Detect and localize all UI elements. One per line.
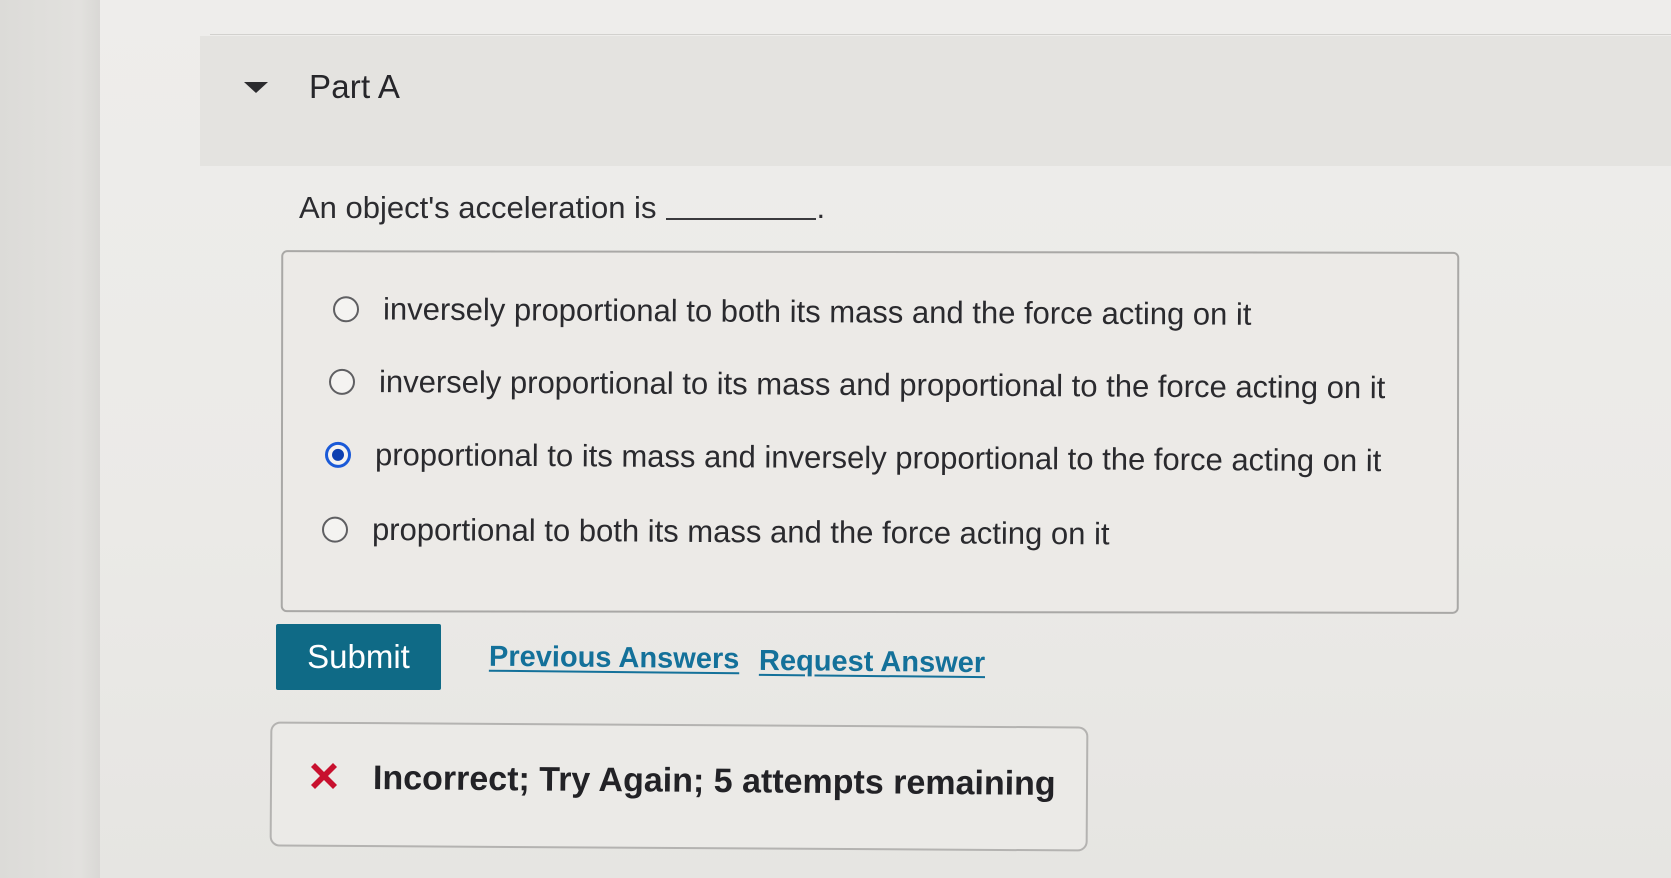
answer-option-1[interactable]: inversely proportional to both its mass … bbox=[332, 291, 1252, 333]
question-prompt: An object's acceleration is. bbox=[299, 190, 825, 226]
radio-button[interactable] bbox=[328, 368, 356, 395]
answer-option-2[interactable]: inversely proportional to its mass and p… bbox=[328, 364, 1386, 406]
x-mark-icon bbox=[311, 763, 337, 789]
answer-option-label: inversely proportional to both its mass … bbox=[382, 291, 1252, 332]
request-answer-link[interactable]: Request Answer bbox=[759, 645, 985, 680]
question-trailing: . bbox=[816, 190, 826, 225]
submit-button[interactable]: Submit bbox=[276, 624, 441, 690]
part-header[interactable] bbox=[200, 36, 1671, 166]
answer-option-label: proportional to both its mass and the fo… bbox=[371, 511, 1110, 552]
radio-button[interactable] bbox=[321, 516, 349, 543]
top-divider bbox=[210, 34, 1671, 35]
left-rail bbox=[0, 0, 101, 878]
question-text: An object's acceleration is bbox=[299, 190, 657, 225]
previous-answers-link[interactable]: Previous Answers bbox=[489, 641, 740, 677]
answer-blank bbox=[666, 218, 817, 220]
answer-option-4[interactable]: proportional to both its mass and the fo… bbox=[321, 511, 1110, 553]
collapse-caret-icon[interactable] bbox=[244, 82, 268, 93]
radio-button[interactable] bbox=[332, 296, 360, 323]
radio-button-selected[interactable] bbox=[324, 441, 352, 468]
answer-option-3[interactable]: proportional to its mass and inversely p… bbox=[324, 437, 1382, 479]
part-title: Part A bbox=[309, 68, 401, 105]
feedback-message: Incorrect; Try Again; 5 attempts remaini… bbox=[372, 759, 1056, 803]
answer-option-label: inversely proportional to its mass and p… bbox=[378, 364, 1386, 406]
answer-option-label: proportional to its mass and inversely p… bbox=[374, 437, 1382, 479]
